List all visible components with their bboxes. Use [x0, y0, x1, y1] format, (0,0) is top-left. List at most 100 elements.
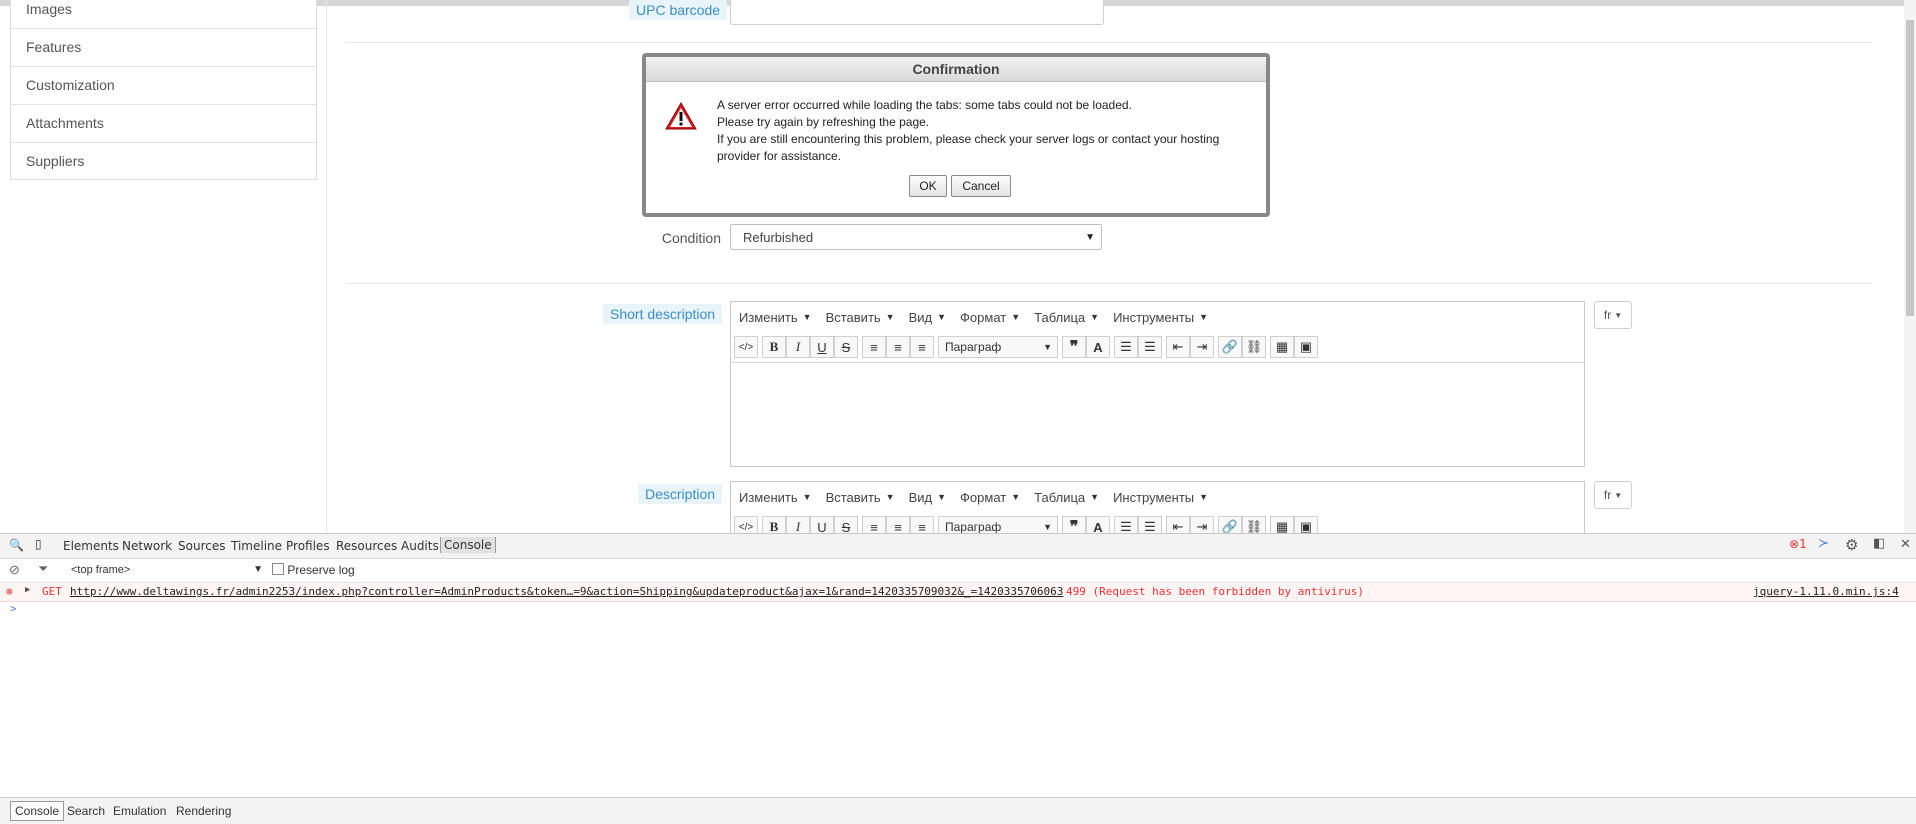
editor-toolbar: </> B I U S ≡ ≡ ≡ Параграф ▼ ❞ A ☰ ☰ ⇤ ⇥ … [731, 332, 1584, 363]
text-color-icon[interactable]: A [1086, 336, 1110, 358]
checkbox-icon [272, 563, 284, 575]
menu-tools[interactable]: Инструменты ▼ [1113, 490, 1208, 505]
upc-label: UPC barcode [629, 0, 728, 20]
numbered-list-icon[interactable]: ☰ [1138, 336, 1162, 358]
italic-icon[interactable]: I [786, 336, 810, 358]
source-link[interactable]: jquery-1.11.0.min.js:4 [1753, 585, 1899, 598]
console-drawer-icon[interactable]: ≻ [1818, 536, 1829, 551]
language-button[interactable]: fr ▼ [1594, 481, 1632, 509]
menu-format[interactable]: Формат ▼ [960, 310, 1020, 325]
upc-label-wrap: UPC barcode [629, 0, 728, 20]
editor-toolbar: </> B I U S ≡ ≡ ≡ Параграф ▼ ❞ A ☰ ☰ ⇤ ⇥ … [731, 512, 1584, 534]
short-description-editor[interactable]: Изменить ▼ Вставить ▼ Вид ▼ Формат ▼ Таблица… [730, 301, 1585, 467]
underline-icon[interactable]: U [810, 336, 834, 358]
editor-menubar: Изменить ▼ Вставить ▼ Вид ▼ Формат ▼ Таблица… [731, 302, 1584, 332]
bullet-list-icon[interactable]: ☰ [1114, 336, 1138, 358]
preserve-log-checkbox[interactable]: Preserve log [272, 563, 355, 577]
tab-audits[interactable]: Audits [401, 539, 439, 553]
menu-edit[interactable]: Изменить ▼ [739, 310, 812, 325]
short-description-label: Short description [603, 304, 723, 324]
indent-icon[interactable]: ⇥ [1190, 336, 1214, 358]
column-divider [326, 0, 327, 533]
menu-table[interactable]: Таблица ▼ [1034, 490, 1099, 505]
tab-sources[interactable]: Sources [178, 539, 225, 553]
tab-resources[interactable]: Resources [336, 539, 397, 553]
editor-menubar: Изменить ▼ Вставить ▼ Вид ▼ Формат ▼ Таблица… [731, 482, 1584, 512]
sidebar-item-features[interactable]: Features [11, 29, 316, 67]
bold-icon[interactable]: B [762, 336, 786, 358]
frame-select[interactable]: <top frame> ▼ [71, 564, 263, 576]
menu-insert[interactable]: Вставить ▼ [826, 310, 895, 325]
divider [346, 42, 1872, 43]
menu-insert[interactable]: Вставить ▼ [826, 490, 895, 505]
caret-down-icon: ▼ [1085, 232, 1095, 243]
request-method: GET [42, 585, 62, 598]
gear-icon[interactable]: ⚙ [1845, 536, 1858, 554]
description-label-wrap: Description [638, 484, 723, 504]
sidebar: Images Features Customization Attachment… [10, 0, 317, 180]
strikethrough-icon[interactable]: S [834, 336, 858, 358]
media-icon[interactable]: ▦ [1270, 336, 1294, 358]
source-code-icon[interactable]: </> [734, 336, 758, 358]
filter-icon[interactable]: ⏷ [38, 561, 48, 577]
request-url-link[interactable]: http://www.deltawings.fr/admin2253/index… [70, 585, 1063, 598]
tab-elements[interactable]: Elements [63, 539, 119, 553]
console-error-row: ⊗ ▶ GET http://www.deltawings.fr/admin22… [0, 583, 1916, 602]
editor-content-area[interactable] [731, 363, 1584, 465]
menu-edit[interactable]: Изменить ▼ [739, 490, 812, 505]
short-description-label-wrap: Short description [603, 304, 723, 324]
menu-format[interactable]: Формат ▼ [960, 490, 1020, 505]
divider [346, 283, 1872, 284]
cancel-button[interactable]: Cancel [951, 175, 1011, 197]
page-scrollbar-thumb[interactable] [1906, 20, 1914, 316]
close-icon[interactable]: ✕ [1900, 537, 1911, 552]
clear-console-icon[interactable]: ⊘ [9, 562, 20, 578]
unlink-icon[interactable]: ⛓ [1242, 336, 1266, 358]
error-status: 499 (Request has been forbidden by antiv… [1066, 585, 1365, 598]
drawer-tab-rendering[interactable]: Rendering [176, 804, 231, 818]
link-icon[interactable]: 🔗 [1218, 336, 1242, 358]
condition-value: Refurbished [743, 230, 814, 245]
console-filter-bar: ⊘ ⏷ <top frame> ▼ Preserve log [0, 559, 1916, 583]
confirmation-dialog: Confirmation A server error occurred whi… [642, 53, 1270, 217]
drawer-tab-console[interactable]: Console [10, 801, 65, 821]
blockquote-icon[interactable]: ❞ [1062, 336, 1086, 358]
outdent-icon[interactable]: ⇤ [1166, 336, 1190, 358]
block-format-select[interactable]: Параграф ▼ [938, 336, 1058, 358]
sidebar-item-images[interactable]: Images [11, 0, 316, 29]
description-label: Description [638, 484, 723, 504]
error-icon: ⊗ [6, 585, 13, 598]
condition-label: Condition [661, 230, 721, 246]
upc-input[interactable] [730, 0, 1104, 25]
console-prompt[interactable]: > [10, 602, 17, 615]
drawer-tab-emulation[interactable]: Emulation [113, 804, 166, 818]
description-editor[interactable]: Изменить ▼ Вставить ▼ Вид ▼ Формат ▼ Таблица… [730, 481, 1585, 535]
align-center-icon[interactable]: ≡ [886, 336, 910, 358]
tab-timeline[interactable]: Timeline [231, 539, 282, 553]
dialog-message: A server error occurred while loading th… [717, 98, 1220, 163]
expand-arrow-icon[interactable]: ▶ [25, 585, 30, 595]
error-counter[interactable]: ⊗1 [1789, 537, 1807, 551]
sidebar-item-suppliers[interactable]: Suppliers [11, 143, 316, 180]
sidebar-item-customization[interactable]: Customization [11, 67, 316, 105]
device-mode-icon[interactable]: ▯ [35, 537, 42, 551]
align-left-icon[interactable]: ≡ [862, 336, 886, 358]
language-button[interactable]: fr ▼ [1594, 301, 1632, 329]
tab-profiles[interactable]: Profiles [286, 539, 330, 553]
menu-view[interactable]: Вид ▼ [909, 310, 946, 325]
menu-table[interactable]: Таблица ▼ [1034, 310, 1099, 325]
dialog-title: Confirmation [646, 57, 1266, 82]
menu-tools[interactable]: Инструменты ▼ [1113, 310, 1208, 325]
inspect-icon[interactable]: 🔍 [9, 538, 24, 552]
condition-select[interactable]: Refurbished ▼ [730, 224, 1102, 250]
drawer-tab-search[interactable]: Search [67, 804, 105, 818]
image-icon[interactable]: ▣ [1294, 336, 1318, 358]
tab-network[interactable]: Network [122, 539, 172, 553]
align-right-icon[interactable]: ≡ [910, 336, 934, 358]
tab-console[interactable]: Console [440, 537, 496, 553]
menu-view[interactable]: Вид ▼ [909, 490, 946, 505]
dock-icon[interactable]: ◧ [1873, 536, 1885, 551]
devtools-drawer-tabs: Console Search Emulation Rendering [0, 797, 1916, 824]
sidebar-item-attachments[interactable]: Attachments [11, 105, 316, 143]
ok-button[interactable]: OK [909, 175, 947, 197]
